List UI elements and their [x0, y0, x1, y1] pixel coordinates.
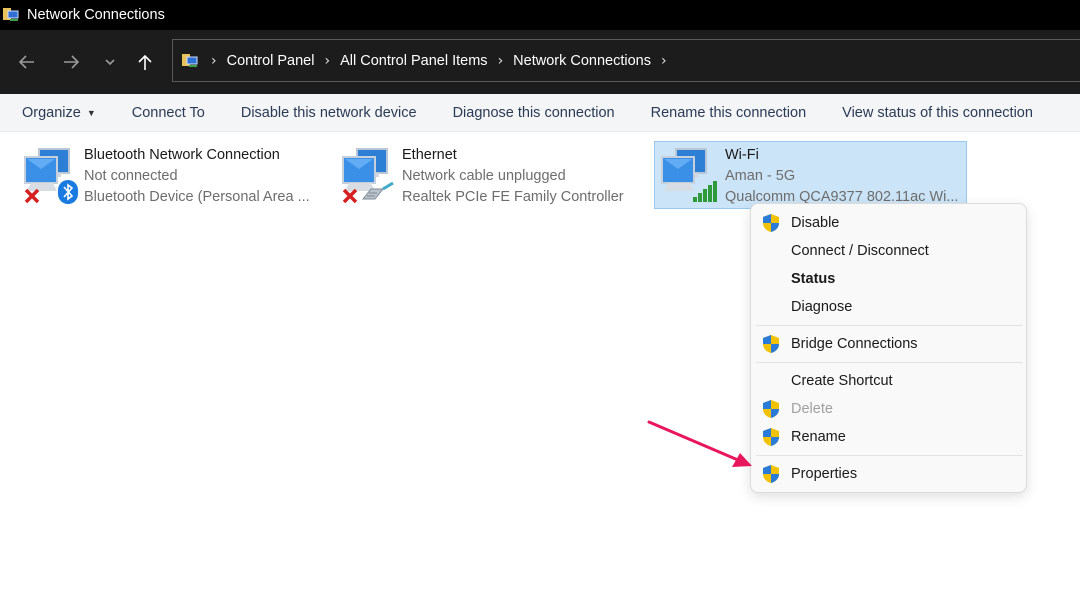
uac-shield-icon [763, 400, 779, 418]
connection-device: Realtek PCIe FE Family Controller [402, 189, 624, 205]
wifi-signal-icon [693, 181, 717, 202]
menu-item-label: Create Shortcut [791, 373, 893, 389]
uac-shield-icon [763, 465, 779, 483]
uac-shield-icon [763, 214, 779, 232]
connection-status: Network cable unplugged [402, 168, 566, 184]
address-bar[interactable]: › Control Panel › All Control Panel Item… [172, 39, 1080, 82]
breadcrumb-separator[interactable]: › [211, 53, 217, 69]
annotation-arrow-icon [647, 420, 752, 467]
error-x-icon [24, 188, 40, 204]
menu-separator [756, 362, 1023, 363]
menu-item-rename[interactable]: Rename [751, 423, 1026, 451]
menu-item-label: Properties [791, 466, 858, 482]
chevron-down-icon [105, 59, 115, 66]
connection-item-ethernet[interactable]: Ethernet Network cable unplugged Realtek… [331, 141, 641, 209]
ethernet-cable-icon [361, 181, 394, 200]
breadcrumb-control-panel[interactable]: Control Panel [227, 53, 315, 69]
menu-item-diagnose[interactable]: Diagnose [751, 293, 1026, 321]
connection-name: Ethernet [402, 147, 457, 163]
menu-item-label: Diagnose [791, 299, 853, 315]
connection-item-bluetooth[interactable]: Bluetooth Network Connection Not connect… [13, 141, 323, 209]
network-adapter-icon [23, 145, 79, 205]
breadcrumb-separator[interactable]: › [661, 53, 667, 69]
network-adapter-icon [660, 145, 717, 205]
connection-name: Wi-Fi [725, 147, 759, 163]
menu-item-label: Disable [791, 215, 840, 231]
connection-status: Aman - 5G [725, 168, 796, 184]
menu-item-label: Connect / Disconnect [791, 243, 929, 259]
menu-item-create-shortcut[interactable]: Create Shortcut [751, 367, 1026, 395]
menu-separator [756, 455, 1023, 456]
breadcrumb-separator[interactable]: › [324, 53, 330, 69]
uac-shield-icon [763, 428, 779, 446]
error-x-icon [342, 188, 358, 204]
menu-item-label: Rename [791, 429, 846, 445]
breadcrumb-network-connections[interactable]: Network Connections [513, 53, 651, 69]
connection-device: Bluetooth Device (Personal Area ... [84, 189, 310, 205]
recent-locations-button[interactable] [96, 48, 124, 76]
connection-status: Not connected [84, 168, 178, 184]
arrow-left-icon [18, 55, 34, 69]
arrow-right-icon [64, 55, 80, 69]
breadcrumb-separator[interactable]: › [498, 53, 504, 69]
breadcrumb-all-control-panel-items[interactable]: All Control Panel Items [340, 53, 487, 69]
window-title: Network Connections [27, 7, 165, 23]
menu-item-disable[interactable]: Disable [751, 209, 1026, 237]
rename-connection-button[interactable]: Rename this connection [633, 94, 825, 131]
menu-item-label: Status [791, 271, 836, 287]
connect-to-button[interactable]: Connect To [114, 94, 223, 131]
bluetooth-icon [58, 180, 78, 204]
disable-device-button[interactable]: Disable this network device [223, 94, 435, 131]
menu-item-status[interactable]: Status [751, 265, 1026, 293]
network-connections-icon [2, 5, 22, 25]
menu-item-label: Delete [791, 401, 833, 417]
menu-item-bridge-connections[interactable]: Bridge Connections [751, 330, 1026, 358]
diagnose-connection-button[interactable]: Diagnose this connection [435, 94, 633, 131]
menu-item-delete: Delete [751, 395, 1026, 423]
connection-name: Bluetooth Network Connection [84, 147, 280, 163]
location-icon [181, 51, 201, 71]
network-adapter-icon [341, 145, 397, 205]
organize-button[interactable]: Organize ▼ [0, 94, 114, 131]
menu-separator [756, 325, 1023, 326]
navigation-bar: › Control Panel › All Control Panel Item… [0, 30, 1080, 94]
title-bar: Network Connections [0, 0, 1080, 30]
dropdown-caret-icon: ▼ [86, 107, 96, 118]
organize-label: Organize [22, 104, 81, 121]
arrow-up-icon [138, 54, 152, 70]
uac-shield-icon [763, 335, 779, 353]
forward-button[interactable] [57, 48, 85, 76]
connection-item-wifi[interactable]: Wi-Fi Aman - 5G Qualcomm QCA9377 802.11a… [654, 141, 967, 209]
context-menu: Disable Connect / Disconnect Status Diag… [750, 203, 1027, 493]
menu-item-properties[interactable]: Properties [751, 460, 1026, 488]
up-button[interactable] [131, 48, 159, 76]
command-bar: Organize ▼ Connect To Disable this netwo… [0, 94, 1080, 132]
menu-item-label: Bridge Connections [791, 336, 918, 352]
back-button[interactable] [13, 48, 41, 76]
view-status-button[interactable]: View status of this connection [824, 94, 1051, 131]
menu-item-connect-disconnect[interactable]: Connect / Disconnect [751, 237, 1026, 265]
